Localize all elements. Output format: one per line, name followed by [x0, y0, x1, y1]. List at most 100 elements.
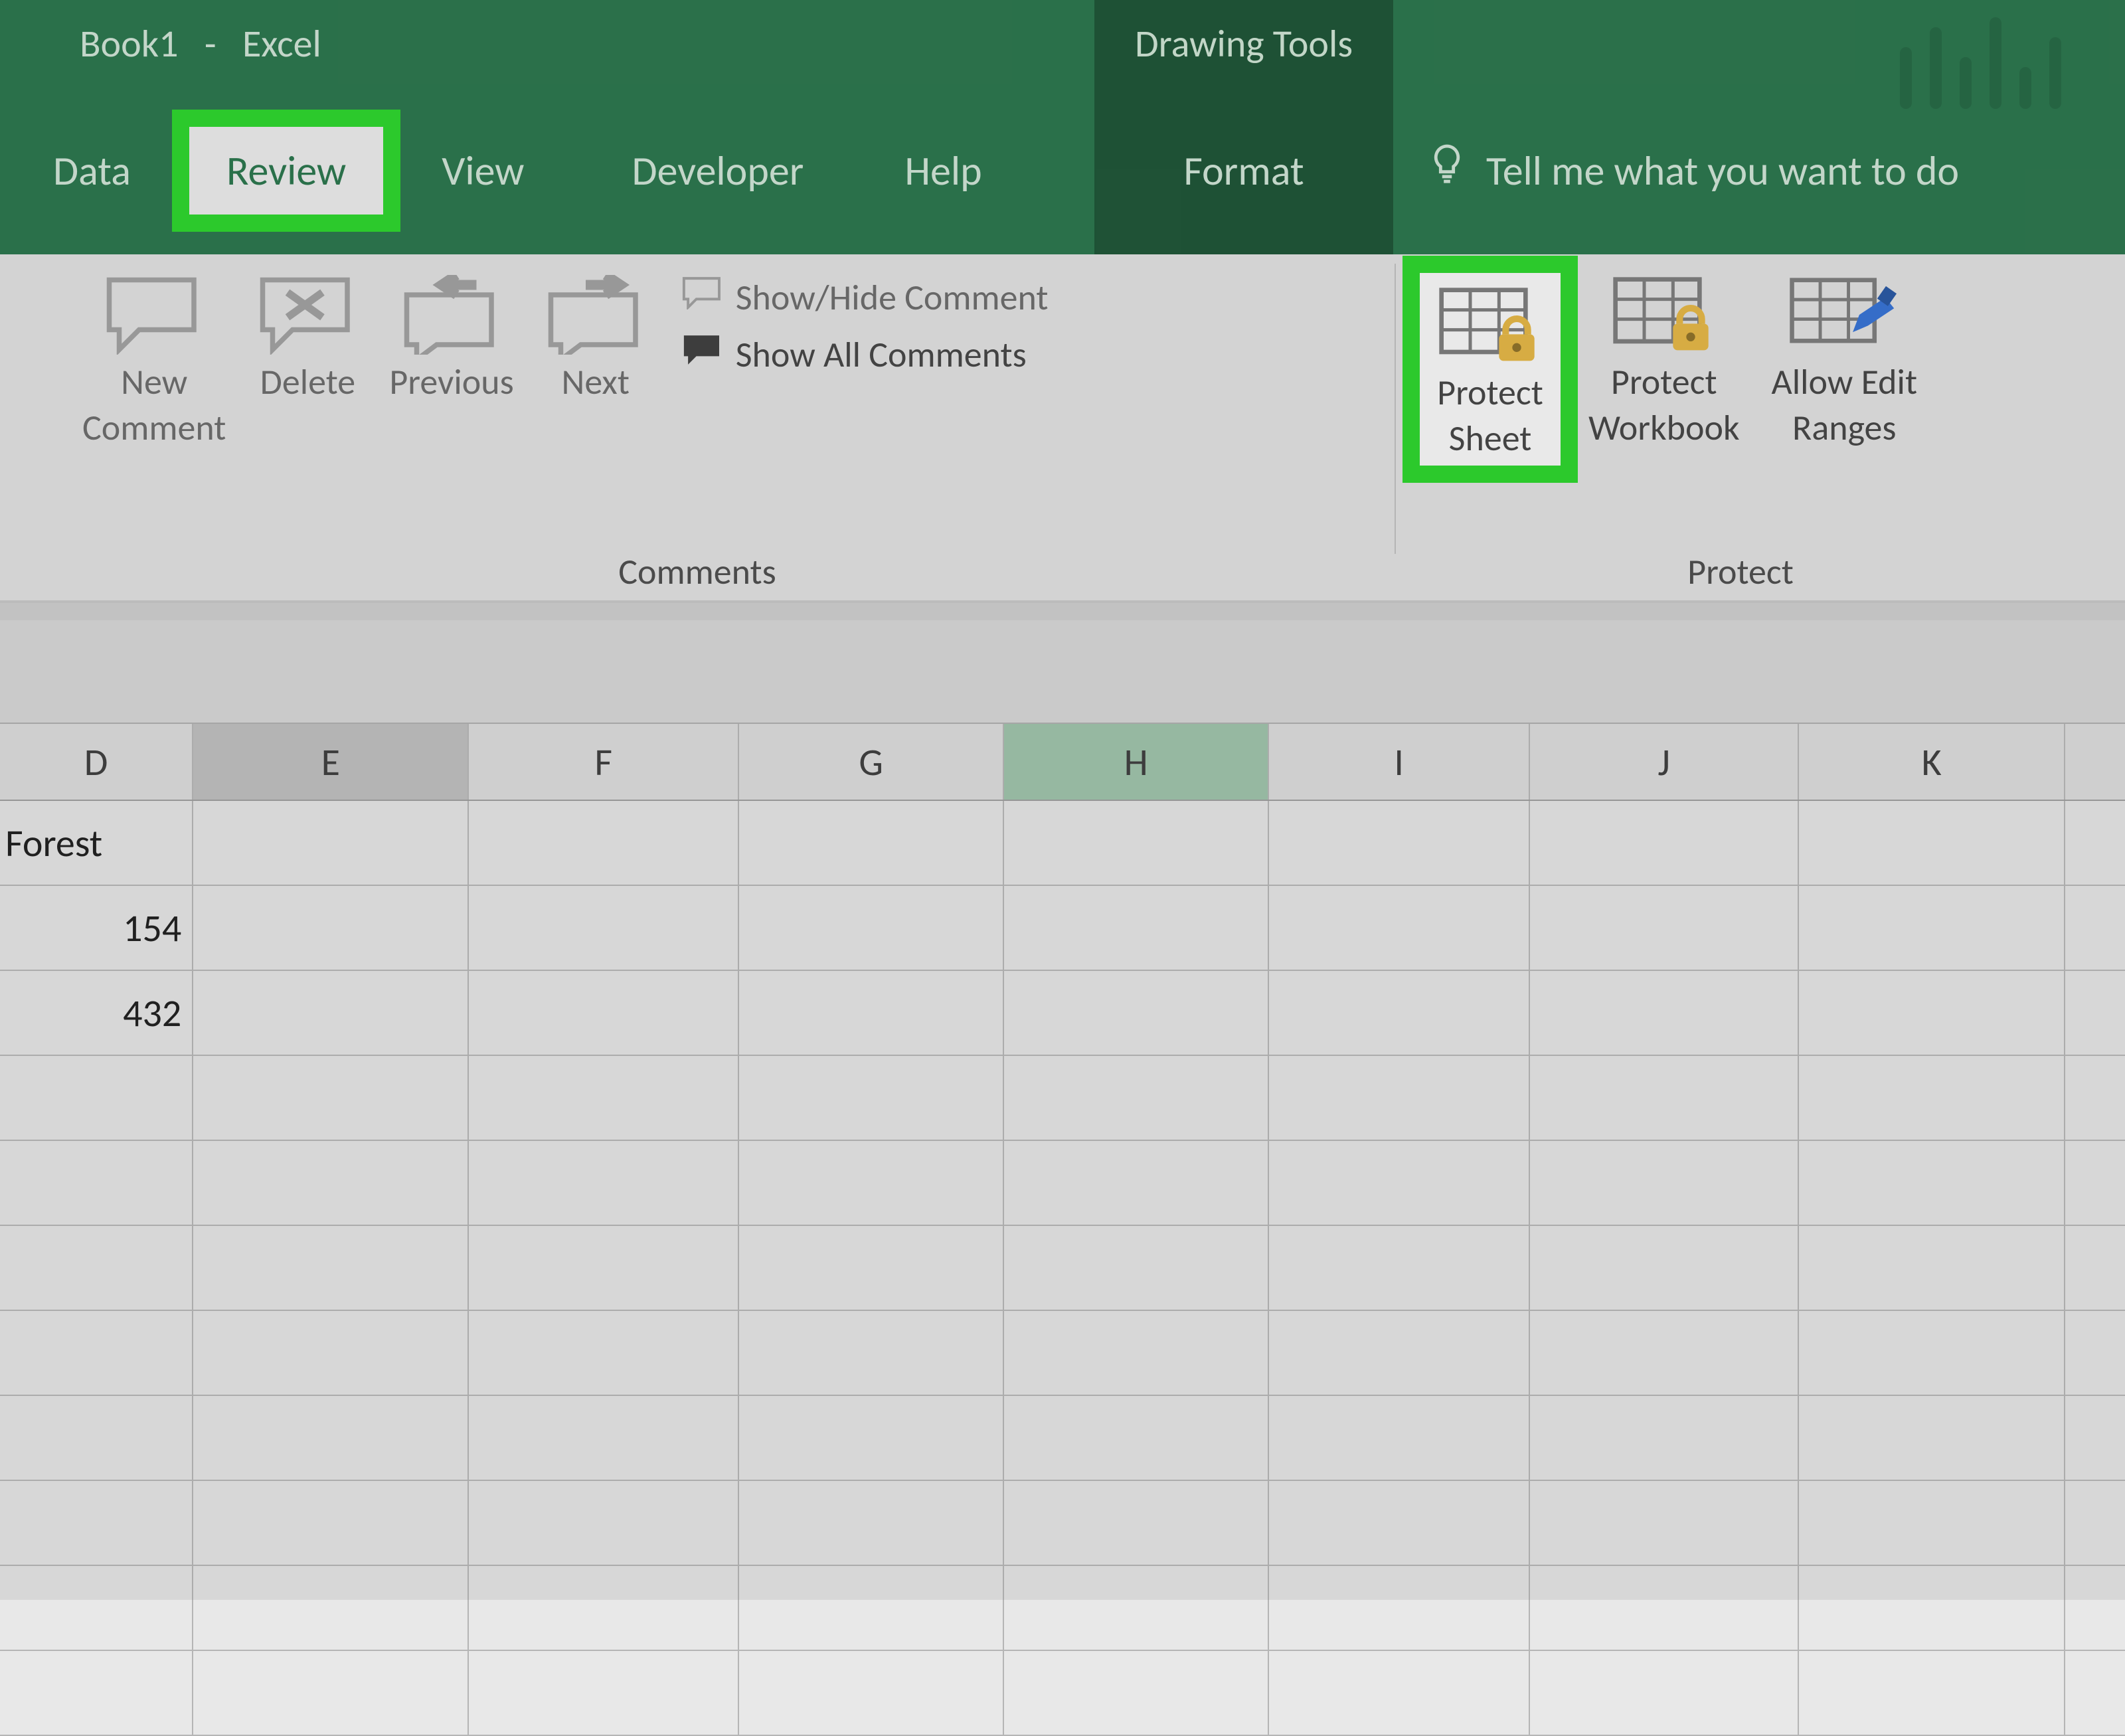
- show-all-comments-button[interactable]: Show All Comments: [675, 329, 1055, 381]
- cell[interactable]: [0, 1566, 193, 1650]
- cell-D2[interactable]: 154: [0, 886, 193, 970]
- cell[interactable]: [2065, 1481, 2125, 1565]
- cell[interactable]: [1799, 1056, 2065, 1140]
- tab-developer[interactable]: Developer: [605, 133, 830, 208]
- cell[interactable]: [193, 1481, 469, 1565]
- cell[interactable]: [1004, 1651, 1269, 1735]
- cell[interactable]: [1799, 1566, 2065, 1650]
- cell[interactable]: [1799, 1226, 2065, 1310]
- cell[interactable]: [0, 1141, 193, 1225]
- cell-L1[interactable]: [2065, 801, 2125, 885]
- cell[interactable]: [1269, 1396, 1530, 1480]
- cell-L2[interactable]: [2065, 886, 2125, 970]
- cell[interactable]: [1799, 1481, 2065, 1565]
- cell[interactable]: [1530, 1141, 1799, 1225]
- cell[interactable]: [1530, 1651, 1799, 1735]
- cell[interactable]: [1799, 1651, 2065, 1735]
- cell-I3[interactable]: [1269, 971, 1530, 1055]
- cell[interactable]: [739, 1056, 1004, 1140]
- cell[interactable]: [2065, 1396, 2125, 1480]
- cell[interactable]: [1530, 1311, 1799, 1395]
- cell-H3[interactable]: [1004, 971, 1269, 1055]
- cell[interactable]: [0, 1226, 193, 1310]
- cell[interactable]: [1004, 1481, 1269, 1565]
- cell[interactable]: [193, 1311, 469, 1395]
- allow-edit-ranges-button[interactable]: Allow Edit Ranges: [1756, 265, 1934, 456]
- cell-J3[interactable]: [1530, 971, 1799, 1055]
- col-header-K[interactable]: K: [1799, 724, 2065, 800]
- cell[interactable]: [0, 1056, 193, 1140]
- cell[interactable]: [1530, 1226, 1799, 1310]
- cell-L3[interactable]: [2065, 971, 2125, 1055]
- cell-I1[interactable]: [1269, 801, 1530, 885]
- next-comment-button[interactable]: Next: [530, 265, 661, 410]
- cell[interactable]: [193, 1566, 469, 1650]
- show-hide-comment-button[interactable]: Show/Hide Comment: [675, 272, 1055, 323]
- cell[interactable]: [469, 1056, 739, 1140]
- cell[interactable]: [1269, 1226, 1530, 1310]
- cell[interactable]: [739, 1481, 1004, 1565]
- cell[interactable]: [739, 1396, 1004, 1480]
- cell[interactable]: [469, 1141, 739, 1225]
- cell-K1[interactable]: [1799, 801, 2065, 885]
- col-header-G[interactable]: G: [739, 724, 1004, 800]
- cell-E2[interactable]: [193, 886, 469, 970]
- tab-format[interactable]: Format: [1183, 145, 1304, 196]
- cell-J2[interactable]: [1530, 886, 1799, 970]
- cell-E3[interactable]: [193, 971, 469, 1055]
- cell[interactable]: [2065, 1651, 2125, 1735]
- tab-data[interactable]: Data: [27, 133, 157, 208]
- cell[interactable]: [2065, 1141, 2125, 1225]
- cell[interactable]: [1004, 1566, 1269, 1650]
- previous-comment-button[interactable]: Previous: [373, 265, 529, 410]
- cell-D1[interactable]: Forest: [0, 801, 193, 885]
- cell[interactable]: [1269, 1566, 1530, 1650]
- cell[interactable]: [469, 1226, 739, 1310]
- cell-E1[interactable]: [193, 801, 469, 885]
- cell[interactable]: [193, 1141, 469, 1225]
- new-comment-button[interactable]: New Comment: [66, 265, 242, 456]
- cell[interactable]: [739, 1651, 1004, 1735]
- cell[interactable]: [2065, 1056, 2125, 1140]
- cell[interactable]: [739, 1311, 1004, 1395]
- cell-G2[interactable]: [739, 886, 1004, 970]
- cell[interactable]: [1004, 1396, 1269, 1480]
- cell-D3[interactable]: 432: [0, 971, 193, 1055]
- cell-K2[interactable]: [1799, 886, 2065, 970]
- cell[interactable]: [1530, 1481, 1799, 1565]
- cell[interactable]: [1269, 1651, 1530, 1735]
- cell-I2[interactable]: [1269, 886, 1530, 970]
- tab-review[interactable]: Review: [189, 127, 383, 215]
- cell[interactable]: [2065, 1226, 2125, 1310]
- col-header-I[interactable]: I: [1269, 724, 1530, 800]
- cell[interactable]: [193, 1226, 469, 1310]
- cell[interactable]: [1004, 1311, 1269, 1395]
- cell[interactable]: [2065, 1566, 2125, 1650]
- cell-F2[interactable]: [469, 886, 739, 970]
- delete-comment-button[interactable]: Delete: [242, 265, 373, 410]
- cell[interactable]: [739, 1226, 1004, 1310]
- cell[interactable]: [193, 1396, 469, 1480]
- cell[interactable]: [1004, 1226, 1269, 1310]
- col-header-D[interactable]: D: [0, 724, 193, 800]
- cell[interactable]: [1004, 1056, 1269, 1140]
- cell[interactable]: [1004, 1141, 1269, 1225]
- cell[interactable]: [1269, 1056, 1530, 1140]
- cell[interactable]: [1269, 1311, 1530, 1395]
- cell-G3[interactable]: [739, 971, 1004, 1055]
- protect-workbook-button[interactable]: Protect Workbook: [1572, 265, 1756, 456]
- protect-sheet-button[interactable]: Protect Sheet: [1437, 282, 1543, 460]
- cell[interactable]: [193, 1651, 469, 1735]
- cell[interactable]: [1530, 1396, 1799, 1480]
- cell-K3[interactable]: [1799, 971, 2065, 1055]
- tab-help[interactable]: Help: [878, 133, 1008, 208]
- col-header-edge[interactable]: [2065, 724, 2125, 800]
- cell-H1[interactable]: [1004, 801, 1269, 885]
- cell[interactable]: [1530, 1566, 1799, 1650]
- cell[interactable]: [469, 1396, 739, 1480]
- col-header-H[interactable]: H: [1004, 724, 1269, 800]
- col-header-F[interactable]: F: [469, 724, 739, 800]
- cell[interactable]: [1269, 1481, 1530, 1565]
- cell-J1[interactable]: [1530, 801, 1799, 885]
- tell-me-search[interactable]: Tell me what you want to do: [1428, 142, 1959, 200]
